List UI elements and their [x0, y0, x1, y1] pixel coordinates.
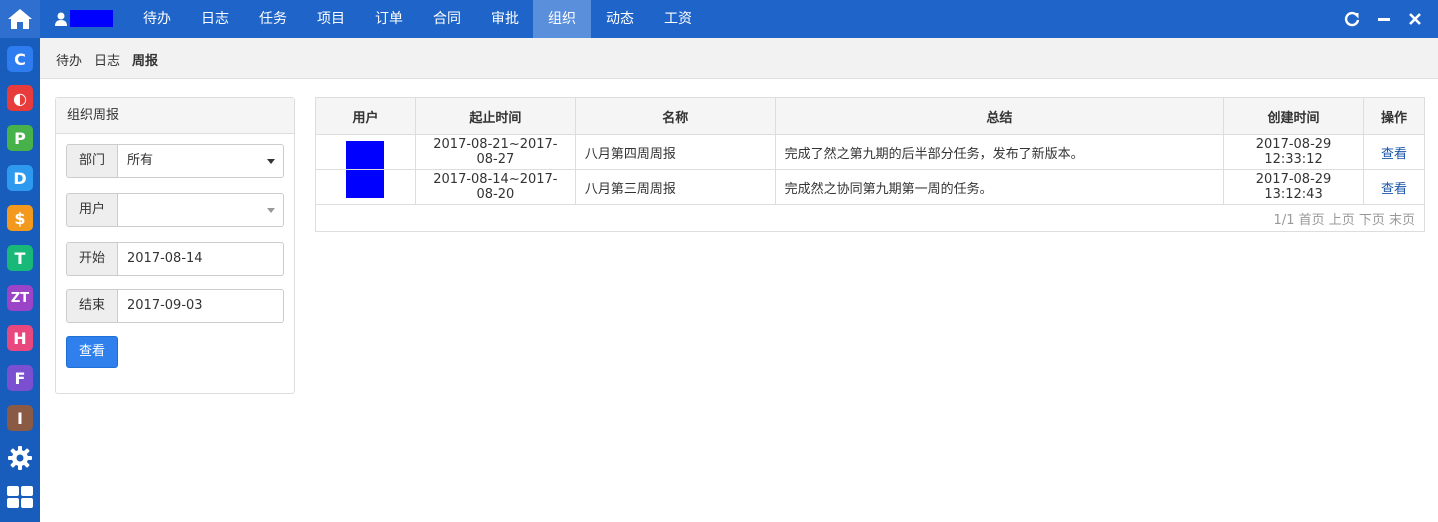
user-cell: [315, 169, 416, 205]
chevron-down-icon: [267, 208, 275, 213]
column-header-period[interactable]: 起止时间: [414, 97, 576, 135]
view-link[interactable]: 查看: [1362, 134, 1426, 170]
nav-contract[interactable]: 合同: [418, 0, 476, 38]
breadcrumb: 待办 日志 周报: [40, 38, 1438, 79]
user-redacted: [346, 170, 385, 198]
user-label: 用户: [66, 193, 118, 227]
app-o-icon[interactable]: ◐: [7, 85, 33, 111]
refresh-icon[interactable]: [1343, 10, 1361, 28]
column-header-summary[interactable]: 总结: [774, 97, 1225, 135]
app-i-icon[interactable]: I: [7, 405, 33, 431]
breadcrumb-log[interactable]: 日志: [94, 50, 120, 69]
department-label: 部门: [66, 144, 118, 178]
gear-icon[interactable]: [7, 445, 33, 471]
view-link[interactable]: 查看: [1362, 169, 1426, 205]
app-h-icon[interactable]: H: [7, 325, 33, 351]
grid-apps-icon[interactable]: [7, 486, 33, 508]
created-cell: 2017-08-29 13:12:43: [1223, 169, 1364, 205]
column-header-created[interactable]: 创建时间: [1223, 97, 1364, 135]
start-date-input[interactable]: 2017-08-14: [117, 242, 284, 276]
end-date-input[interactable]: 2017-09-03: [117, 289, 284, 323]
user-select[interactable]: [117, 193, 284, 227]
column-header-user[interactable]: 用户: [315, 97, 416, 135]
nav-task[interactable]: 任务: [244, 0, 302, 38]
table-header-row: 用户 起止时间 名称 总结 创建时间 操作: [315, 97, 1426, 135]
start-date-field: 开始 2017-08-14: [66, 242, 284, 276]
app-p-icon[interactable]: P: [7, 125, 33, 151]
weekly-report-table: 用户 起止时间 名称 总结 创建时间 操作 2017-08-21~2017-08…: [315, 97, 1426, 232]
department-select[interactable]: 所有: [117, 144, 284, 178]
nav-todo[interactable]: 待办: [128, 0, 186, 38]
table-row: 2017-08-14~2017-08-20 八月第三周周报 完成然之协同第九期第…: [315, 169, 1426, 205]
app-f-icon[interactable]: F: [7, 365, 33, 391]
nav-salary[interactable]: 工资: [649, 0, 707, 38]
nav-organization[interactable]: 组织: [533, 0, 591, 38]
view-button[interactable]: 查看: [66, 336, 118, 368]
app-s-icon[interactable]: $: [7, 205, 33, 231]
breadcrumb-todo[interactable]: 待办: [56, 50, 82, 69]
period-cell: 2017-08-21~2017-08-27: [414, 134, 576, 170]
user-cell: [315, 134, 416, 170]
filter-panel-title: 组织周报: [56, 98, 294, 134]
app-zt-icon[interactable]: ZT: [7, 285, 33, 311]
user-icon: [55, 12, 67, 26]
top-navbar: 待办 日志 任务 项目 订单 合同 审批 组织 动态 工资: [40, 0, 1438, 38]
department-field: 部门 所有: [66, 144, 284, 178]
table-row: 2017-08-21~2017-08-27 八月第四周周报 完成了然之第九期的后…: [315, 134, 1426, 170]
nav-log[interactable]: 日志: [186, 0, 244, 38]
summary-cell: 完成然之协同第九期第一周的任务。: [774, 169, 1225, 205]
nav-activity[interactable]: 动态: [591, 0, 649, 38]
nav-project[interactable]: 项目: [302, 0, 360, 38]
app-sidebar: C ◐ P D $ T ZT H F I: [0, 0, 40, 522]
start-date-label: 开始: [66, 242, 118, 276]
summary-cell: 完成了然之第九期的后半部分任务，发布了新版本。: [774, 134, 1225, 170]
name-cell: 八月第四周周报: [574, 134, 776, 170]
name-cell: 八月第三周周报: [574, 169, 776, 205]
chevron-down-icon: [267, 159, 275, 164]
created-cell: 2017-08-29 12:33:12: [1223, 134, 1364, 170]
pager-row: 1/1 首页 上页 下页 末页: [315, 204, 1425, 232]
close-icon[interactable]: [1406, 10, 1424, 28]
nav-order[interactable]: 订单: [360, 0, 418, 38]
end-date-field: 结束 2017-09-03: [66, 289, 284, 323]
user-field: 用户: [66, 193, 284, 227]
app-t-icon[interactable]: T: [7, 245, 33, 271]
column-header-name[interactable]: 名称: [574, 97, 776, 135]
nav-approval[interactable]: 审批: [476, 0, 534, 38]
home-icon: [8, 9, 32, 29]
breadcrumb-weekly-report[interactable]: 周报: [132, 50, 158, 69]
end-date-label: 结束: [66, 289, 118, 323]
username-redacted[interactable]: [70, 10, 113, 27]
minimize-icon[interactable]: [1375, 10, 1393, 28]
pager[interactable]: 1/1 首页 上页 下页 末页: [315, 204, 1425, 232]
user-redacted: [346, 141, 385, 169]
app-c-icon[interactable]: C: [7, 46, 33, 72]
department-select-value: 所有: [127, 153, 154, 168]
column-header-action: 操作: [1362, 97, 1426, 135]
app-d-icon[interactable]: D: [7, 165, 33, 191]
period-cell: 2017-08-14~2017-08-20: [414, 169, 576, 205]
home-button[interactable]: [0, 0, 40, 38]
filter-panel: 组织周报 部门 所有 用户 开始 2017-08-14 结束 2017-09-0…: [55, 97, 295, 394]
